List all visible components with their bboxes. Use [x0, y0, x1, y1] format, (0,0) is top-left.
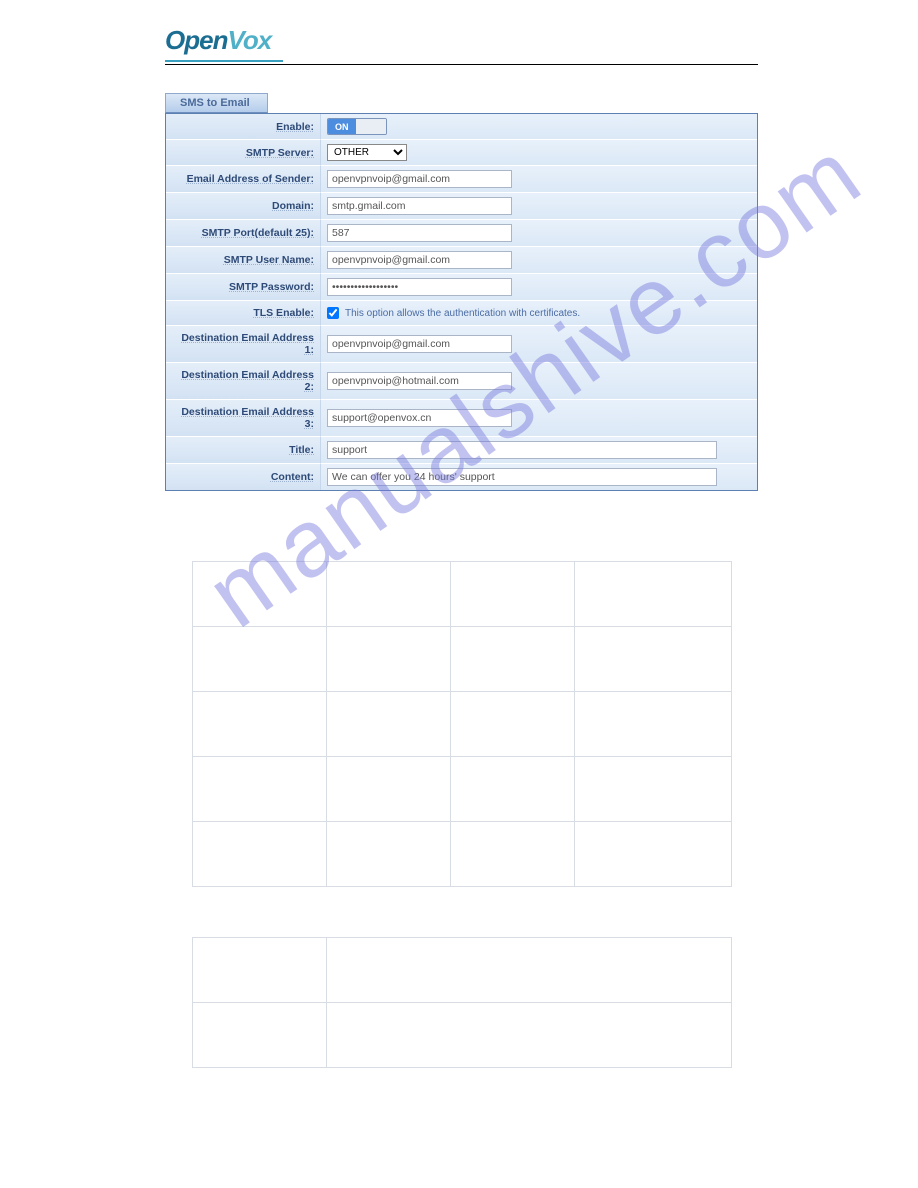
- table-cell: [327, 822, 451, 887]
- table-cell: [192, 627, 327, 692]
- label-title: Title:: [289, 444, 314, 456]
- domain-input[interactable]: [327, 197, 512, 215]
- table-cell: [451, 562, 575, 627]
- tls-note: This option allows the authentication wi…: [345, 308, 580, 319]
- label-user: SMTP User Name:: [224, 254, 314, 266]
- label-tls: TLS Enable:: [253, 307, 314, 319]
- label-dest3: Destination Email Address 3:: [170, 406, 314, 430]
- logo-text-open: Open: [165, 25, 227, 56]
- label-smtp-server: SMTP Server:: [246, 147, 314, 159]
- table-cell: [327, 627, 451, 692]
- smtp-port-input[interactable]: [327, 224, 512, 242]
- table-cell: [192, 692, 327, 757]
- label-dest1: Destination Email Address 1:: [170, 332, 314, 356]
- label-dest2: Destination Email Address 2:: [170, 369, 314, 393]
- table-cell: [451, 757, 575, 822]
- label-password: SMTP Password:: [229, 281, 314, 293]
- table-cell: [192, 757, 327, 822]
- sender-email-input[interactable]: [327, 170, 512, 188]
- label-content: Content:: [271, 471, 314, 483]
- smtp-user-input[interactable]: [327, 251, 512, 269]
- logo-underline: [165, 60, 283, 62]
- tls-enable-checkbox[interactable]: [327, 307, 339, 319]
- table-cell: [575, 757, 731, 822]
- dest-email-3-input[interactable]: [327, 409, 512, 427]
- logo-text-vox: Vox: [227, 25, 271, 56]
- title-input[interactable]: [327, 441, 717, 459]
- dest-email-2-input[interactable]: [327, 372, 512, 390]
- placeholder-table-2: [192, 937, 732, 1068]
- table-cell: [327, 1003, 731, 1068]
- content-input[interactable]: [327, 468, 717, 486]
- logo: OpenVox: [165, 25, 758, 62]
- table-cell: [451, 627, 575, 692]
- table-cell: [575, 627, 731, 692]
- tab-sms-to-email[interactable]: SMS to Email: [165, 93, 268, 113]
- table-cell: [575, 562, 731, 627]
- placeholder-table-1: [192, 561, 732, 887]
- table-cell: [192, 822, 327, 887]
- table-cell: [192, 938, 327, 1003]
- label-sender: Email Address of Sender:: [187, 173, 314, 185]
- enable-toggle[interactable]: ON: [327, 118, 387, 135]
- table-cell: [327, 757, 451, 822]
- table-cell: [451, 822, 575, 887]
- dest-email-1-input[interactable]: [327, 335, 512, 353]
- label-port: SMTP Port(default 25):: [202, 227, 314, 239]
- smtp-server-select[interactable]: OTHER: [327, 144, 407, 161]
- header-divider: [165, 64, 758, 65]
- table-cell: [575, 692, 731, 757]
- settings-form: Enable: ON SMTP Server: OTHER Email Addr…: [165, 113, 758, 491]
- table-cell: [327, 562, 451, 627]
- label-domain: Domain:: [272, 200, 314, 212]
- label-enable: Enable:: [276, 121, 314, 133]
- table-cell: [327, 938, 731, 1003]
- table-cell: [451, 692, 575, 757]
- table-cell: [327, 692, 451, 757]
- table-cell: [192, 1003, 327, 1068]
- smtp-password-input[interactable]: [327, 278, 512, 296]
- table-cell: [575, 822, 731, 887]
- table-cell: [192, 562, 327, 627]
- toggle-on-label: ON: [328, 119, 356, 134]
- toggle-off-blank: [356, 119, 386, 134]
